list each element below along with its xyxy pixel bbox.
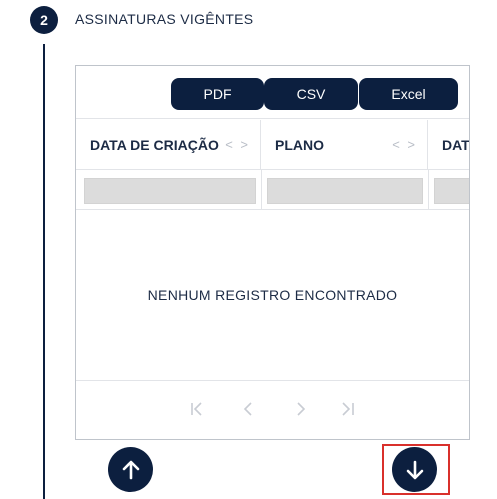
arrow-down-icon <box>406 460 423 479</box>
filter-input-data-criacao[interactable] <box>84 178 256 204</box>
sort-icon[interactable]: < > <box>225 137 250 152</box>
step-number-badge: 2 <box>30 6 58 34</box>
step-number: 2 <box>40 12 48 28</box>
arrow-up-icon <box>122 460 139 479</box>
first-page-icon[interactable] <box>188 400 208 423</box>
scroll-up-button[interactable] <box>108 447 153 492</box>
column-divider <box>428 170 429 210</box>
prev-page-icon[interactable] <box>241 400 257 423</box>
export-toolbar: PDF CSV Excel <box>76 66 469 119</box>
export-excel-button[interactable]: Excel <box>359 78 458 110</box>
column-header-label: DAT <box>442 137 470 153</box>
step-connector-line <box>43 44 45 499</box>
subscriptions-table-card: PDF CSV Excel DATA DE CRIAÇÃO < > PLANO … <box>75 65 470 440</box>
step-title: ASSINATURAS VIGÊNTES <box>75 11 254 27</box>
column-divider <box>261 170 262 210</box>
column-header-data-criacao[interactable]: DATA DE CRIAÇÃO < > <box>76 120 261 170</box>
scroll-down-button[interactable] <box>392 447 437 492</box>
column-header-data[interactable]: DAT <box>428 120 470 170</box>
column-header-label: PLANO <box>275 137 324 153</box>
empty-state-message: NENHUM REGISTRO ENCONTRADO <box>76 210 469 381</box>
page: 2 ASSINATURAS VIGÊNTES PDF CSV Excel DAT… <box>0 0 497 499</box>
export-csv-button[interactable]: CSV <box>264 78 358 110</box>
column-header-label: DATA DE CRIAÇÃO <box>90 137 219 153</box>
column-header-plano[interactable]: PLANO < > <box>261 120 428 170</box>
pagination <box>76 382 469 439</box>
next-page-icon[interactable] <box>293 400 309 423</box>
sort-icon[interactable]: < > <box>392 137 417 152</box>
export-pdf-button[interactable]: PDF <box>171 78 264 110</box>
filter-input-data[interactable] <box>434 178 469 204</box>
last-page-icon[interactable] <box>338 400 358 423</box>
filter-input-plano[interactable] <box>267 178 423 204</box>
table-header: DATA DE CRIAÇÃO < > PLANO < > DAT <box>76 120 469 170</box>
filter-row <box>76 170 469 210</box>
